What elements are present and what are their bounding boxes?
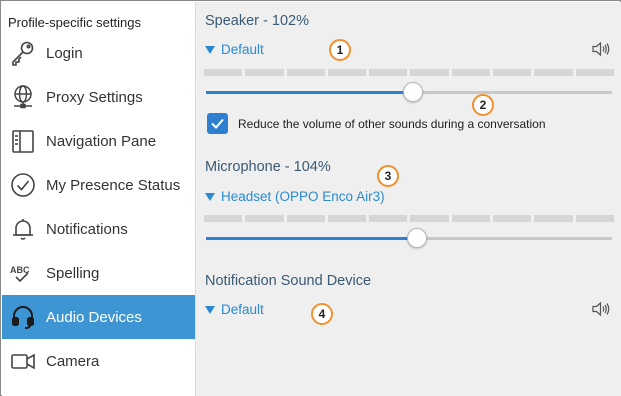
microphone-level-meter	[204, 215, 614, 222]
slider-fill	[206, 91, 413, 94]
sidebar-item-proxy-settings[interactable]: Proxy Settings	[2, 75, 195, 119]
sidebar-item-label: Spelling	[46, 264, 100, 282]
speaker-title: Speaker - 102%	[205, 13, 309, 29]
sidebar-item-my-presence-status[interactable]: My Presence Status	[2, 163, 195, 207]
microphone-device-value: Headset (OPPO Enco Air3)	[221, 189, 385, 204]
annotation-badge: 2	[472, 94, 494, 116]
checkmark-icon	[211, 118, 224, 129]
sidebar-item-label: Notifications	[46, 220, 128, 238]
speaker-level-meter	[204, 69, 614, 76]
reduce-volume-checkbox[interactable]	[207, 113, 228, 134]
sidebar-item-notifications[interactable]: Notifications	[2, 207, 195, 251]
settings-sidebar: Profile-specific settings Login Proxy Se…	[2, 2, 195, 396]
dropdown-triangle-icon	[205, 305, 215, 314]
slider-thumb[interactable]	[407, 228, 427, 248]
sidebar-item-label: My Presence Status	[46, 176, 181, 194]
annotation-badge: 4	[311, 303, 333, 325]
panel-icon	[9, 127, 37, 155]
check-circle-icon	[9, 171, 37, 199]
sidebar-item-label: Navigation Pane	[46, 132, 157, 150]
speaker-test-icon[interactable]	[592, 41, 610, 57]
key-icon	[9, 39, 37, 67]
sidebar-item-login[interactable]: Login	[2, 31, 195, 75]
sidebar-item-navigation-pane[interactable]: Navigation Pane	[2, 119, 195, 163]
sidebar-item-label: Audio Devices	[46, 308, 142, 326]
sidebar-item-label: Proxy Settings	[46, 88, 143, 106]
slider-thumb[interactable]	[403, 82, 423, 102]
microphone-device-dropdown[interactable]: Headset (OPPO Enco Air3)	[205, 189, 385, 204]
annotation-badge: 3	[377, 165, 399, 187]
sidebar-header: Profile-specific settings	[8, 15, 141, 30]
sidebar-item-camera[interactable]: Camera	[2, 339, 195, 383]
slider-fill	[206, 237, 417, 240]
microphone-title: Microphone - 104%	[205, 159, 331, 175]
settings-window: Profile-specific settings Login Proxy Se…	[0, 0, 621, 396]
microphone-volume-slider[interactable]	[206, 228, 612, 248]
notification-test-icon[interactable]	[592, 301, 610, 317]
dropdown-triangle-icon	[205, 45, 215, 54]
speaker-device-dropdown[interactable]: Default	[205, 42, 264, 57]
speaker-volume-slider[interactable]	[206, 82, 612, 102]
headset-icon	[9, 303, 37, 331]
dropdown-triangle-icon	[205, 192, 215, 201]
notification-device-dropdown[interactable]: Default	[205, 302, 264, 317]
spelling-icon: ABC	[9, 259, 37, 287]
sidebar-item-audio-devices[interactable]: Audio Devices	[2, 295, 195, 339]
annotation-badge: 1	[329, 39, 351, 61]
sidebar-item-label: Login	[46, 44, 83, 62]
reduce-volume-label: Reduce the volume of other sounds during…	[238, 116, 546, 131]
bell-icon	[9, 215, 37, 243]
audio-devices-panel: Speaker - 102% Default Reduce the volume…	[196, 2, 621, 396]
camera-icon	[9, 347, 37, 375]
speaker-device-value: Default	[221, 42, 264, 57]
sidebar-item-label: Camera	[46, 352, 100, 370]
notification-sound-title: Notification Sound Device	[205, 273, 372, 289]
globe-network-icon	[9, 83, 37, 111]
reduce-volume-checkbox-row[interactable]: Reduce the volume of other sounds during…	[207, 113, 546, 134]
notification-device-value: Default	[221, 302, 264, 317]
sidebar-item-spelling[interactable]: ABC Spelling	[2, 251, 195, 295]
